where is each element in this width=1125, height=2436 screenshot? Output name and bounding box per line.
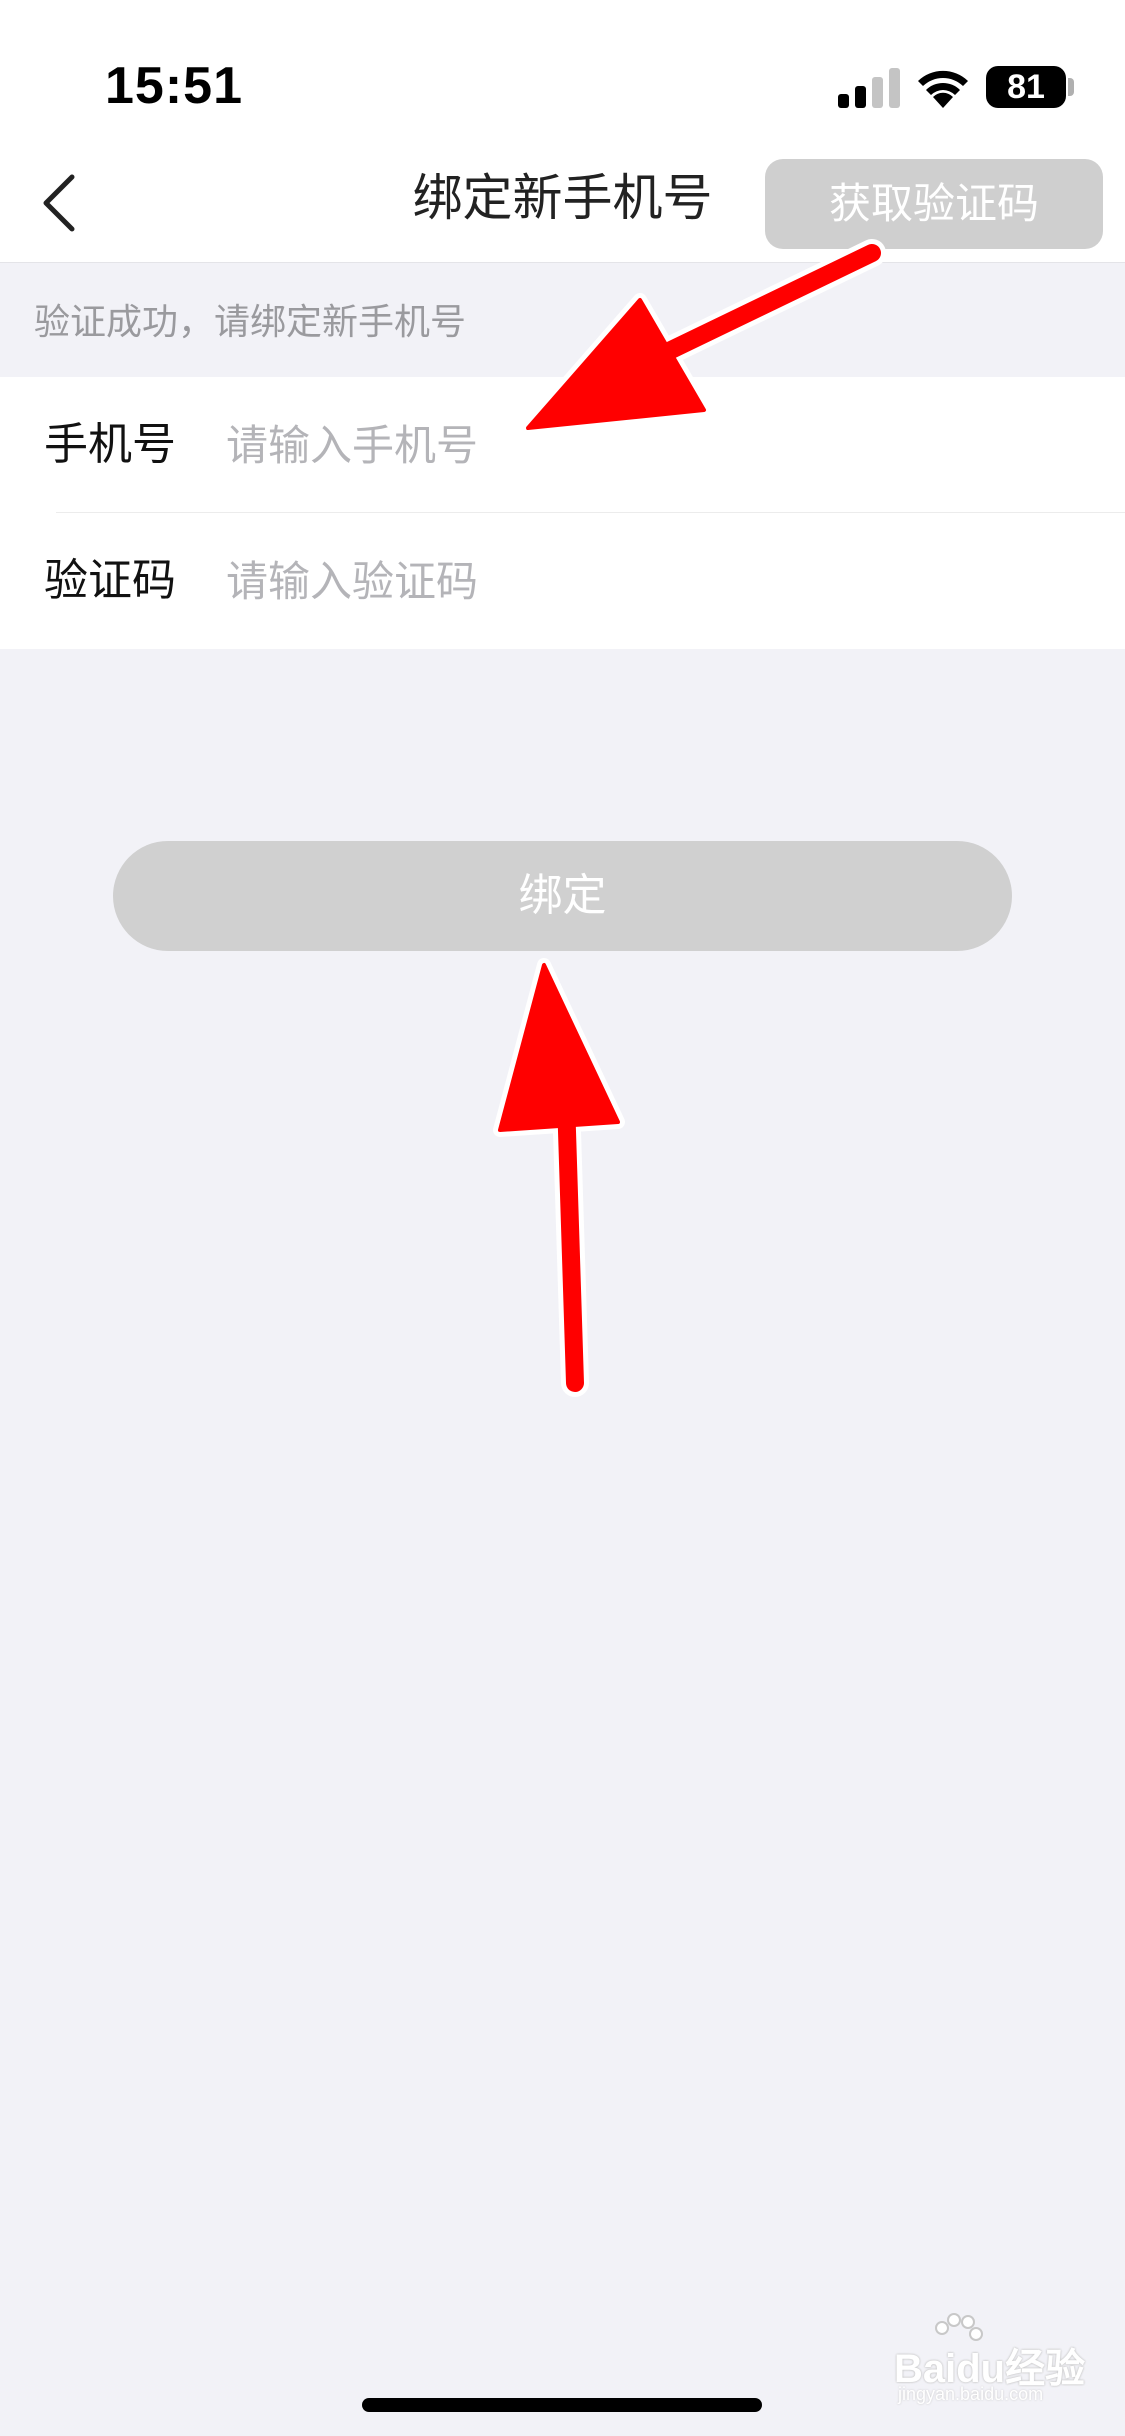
- arrow-to-bind-button: [493, 958, 625, 1397]
- bind-button[interactable]: 绑定: [113, 841, 1012, 951]
- watermark-logo: Baidu经验 jingyan.baidu.com: [858, 2313, 1098, 2404]
- status-time: 15:51: [105, 57, 243, 115]
- code-row: 验证码: [0, 513, 1125, 649]
- battery-cap: [1068, 78, 1074, 96]
- hint-text: 验证成功，请绑定新手机号: [34, 302, 467, 343]
- get-code-button[interactable]: 获取验证码: [765, 159, 1103, 249]
- signal-icon: [838, 68, 900, 108]
- watermark-subtext: jingyan.baidu.com: [898, 2384, 1044, 2404]
- status-bar: 15:51 81: [0, 0, 1125, 148]
- code-input[interactable]: [226, 547, 746, 615]
- phone-row: 手机号: [0, 377, 1125, 513]
- home-indicator[interactable]: [362, 2398, 762, 2412]
- hint-bar: 验证成功，请绑定新手机号: [0, 263, 1125, 377]
- battery-icon: 81: [986, 66, 1066, 108]
- phone-label: 手机号: [44, 419, 176, 470]
- code-label: 验证码: [44, 555, 176, 606]
- wifi-icon: [918, 70, 968, 108]
- back-button[interactable]: [14, 158, 104, 248]
- chevron-left-icon: [43, 174, 75, 232]
- form-card: 手机号 验证码: [0, 377, 1125, 649]
- phone-input[interactable]: [226, 411, 746, 479]
